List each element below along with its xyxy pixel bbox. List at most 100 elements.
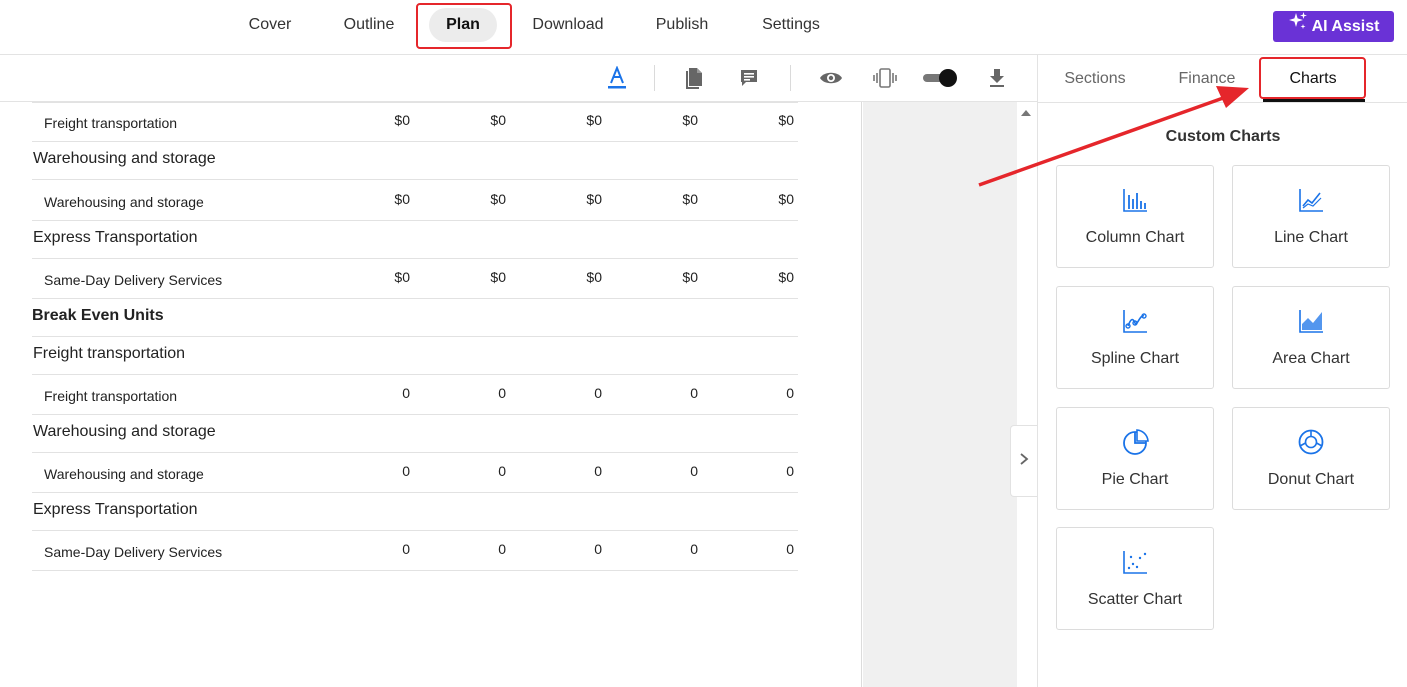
tab-finance[interactable]: Finance <box>1170 55 1244 102</box>
nav-outline[interactable]: Outline <box>334 8 404 42</box>
table-cell[interactable]: 0 <box>734 541 794 557</box>
table-cell[interactable]: $0 <box>734 269 794 285</box>
table-cell[interactable]: $0 <box>446 191 506 207</box>
table-row: Freight transportation 0 0 0 0 0 <box>32 375 798 415</box>
table-cell[interactable]: $0 <box>446 112 506 128</box>
table-cell[interactable]: $0 <box>350 191 410 207</box>
spline-chart-icon <box>1120 306 1150 336</box>
comment-icon[interactable] <box>736 65 762 91</box>
line-chart-icon <box>1296 185 1326 215</box>
table-cell[interactable]: $0 <box>542 191 602 207</box>
table-cell[interactable]: $0 <box>446 269 506 285</box>
table-cell[interactable]: $0 <box>638 269 698 285</box>
table-cell[interactable]: $0 <box>734 112 794 128</box>
toggle-switch[interactable] <box>922 65 960 91</box>
row-label: Same-Day Delivery Services <box>44 272 223 288</box>
row-label: Warehousing and storage <box>33 150 216 167</box>
nav-plan[interactable]: Plan <box>429 8 497 42</box>
tab-divider <box>1038 102 1407 103</box>
row-label: Warehousing and storage <box>44 194 204 210</box>
row-label: Same-Day Delivery Services <box>44 544 223 560</box>
table-row: Break Even Units <box>32 299 798 337</box>
table-row: Express Transportation <box>32 493 798 531</box>
row-label: Break Even Units <box>32 307 164 324</box>
toolbar-divider <box>790 65 791 91</box>
table-row: Same-Day Delivery Services $0 $0 $0 $0 $0 <box>32 259 798 299</box>
table-cell[interactable]: 0 <box>542 385 602 401</box>
table-row: Freight transportation $0 $0 $0 $0 $0 <box>32 102 798 142</box>
document-content[interactable]: Freight transportation $0 $0 $0 $0 $0 Warehous… <box>0 102 862 687</box>
table-cell[interactable]: $0 <box>350 269 410 285</box>
table-cell[interactable]: $0 <box>734 191 794 207</box>
row-label: Freight transportation <box>44 115 178 131</box>
ai-assist-button[interactable]: AI Assist <box>1273 11 1394 42</box>
document-gutter <box>863 102 1017 687</box>
chart-card-label: Pie Chart <box>1101 471 1169 488</box>
line-chart-card[interactable]: Line Chart <box>1232 165 1390 268</box>
toolbar-divider <box>654 65 655 91</box>
download-icon[interactable] <box>984 65 1010 91</box>
eye-icon[interactable] <box>818 65 844 91</box>
table-cell[interactable]: 0 <box>734 463 794 479</box>
scroll-up-arrow-icon[interactable] <box>1019 106 1033 120</box>
nav-settings[interactable]: Settings <box>755 8 827 42</box>
table-row: Express Transportation <box>32 221 798 259</box>
scatter-chart-card[interactable]: Scatter Chart <box>1056 527 1214 630</box>
column-chart-card[interactable]: Column Chart <box>1056 165 1214 268</box>
text-format-icon[interactable] <box>604 65 630 91</box>
chart-card-label: Donut Chart <box>1267 471 1355 488</box>
table-cell[interactable]: 0 <box>446 541 506 557</box>
pie-chart-icon <box>1120 427 1150 457</box>
chart-card-label: Scatter Chart <box>1087 591 1183 608</box>
sparkle-icon <box>1288 11 1308 42</box>
table-row: Warehousing and storage <box>32 142 798 180</box>
column-chart-icon <box>1120 185 1150 215</box>
row-label: Freight transportation <box>33 345 186 362</box>
table-top-border <box>32 102 798 103</box>
device-preview-icon[interactable] <box>872 65 898 91</box>
panel-toggle-button[interactable] <box>1010 425 1037 497</box>
tab-charts[interactable]: Charts <box>1271 55 1355 102</box>
chart-card-label: Line Chart <box>1274 229 1348 246</box>
area-chart-icon <box>1296 306 1326 336</box>
area-chart-card[interactable]: Area Chart <box>1232 286 1390 389</box>
table-cell[interactable]: 0 <box>350 463 410 479</box>
document-icon[interactable] <box>682 65 708 91</box>
row-label: Express Transportation <box>33 501 198 518</box>
table-cell[interactable]: $0 <box>542 112 602 128</box>
table-cell[interactable]: 0 <box>734 385 794 401</box>
tab-sections[interactable]: Sections <box>1056 55 1134 102</box>
table-cell[interactable]: 0 <box>446 463 506 479</box>
top-navigation: Cover Outline Plan Download Publish Sett… <box>0 0 1407 55</box>
pie-chart-card[interactable]: Pie Chart <box>1056 407 1214 510</box>
table-cell[interactable]: $0 <box>638 112 698 128</box>
table-cell[interactable]: $0 <box>638 191 698 207</box>
donut-chart-card[interactable]: Donut Chart <box>1232 407 1390 510</box>
table-cell[interactable]: 0 <box>350 541 410 557</box>
table-row: Warehousing and storage $0 $0 $0 $0 $0 <box>32 180 798 221</box>
spline-chart-card[interactable]: Spline Chart <box>1056 286 1214 389</box>
table-cell[interactable]: $0 <box>542 269 602 285</box>
table-cell[interactable]: 0 <box>542 541 602 557</box>
chart-card-label: Spline Chart <box>1090 350 1180 367</box>
table-cell[interactable]: $0 <box>350 112 410 128</box>
nav-download[interactable]: Download <box>527 8 609 42</box>
nav-cover[interactable]: Cover <box>240 8 300 42</box>
chevron-right-icon <box>1019 452 1029 471</box>
ai-assist-label: AI Assist <box>1311 18 1380 35</box>
right-panel: Sections Finance Charts Custom Charts Co… <box>1037 55 1407 687</box>
table-cell[interactable]: 0 <box>350 385 410 401</box>
row-label: Warehousing and storage <box>44 466 204 482</box>
table-cell[interactable]: 0 <box>638 463 698 479</box>
chart-card-label: Column Chart <box>1085 229 1185 246</box>
table-row: Warehousing and storage <box>32 415 798 453</box>
table-row: Freight transportation <box>32 337 798 375</box>
table-cell[interactable]: 0 <box>638 541 698 557</box>
row-label: Warehousing and storage <box>33 423 216 440</box>
table-cell[interactable]: 0 <box>446 385 506 401</box>
custom-charts-heading: Custom Charts <box>1165 128 1281 145</box>
table-cell[interactable]: 0 <box>638 385 698 401</box>
row-label: Express Transportation <box>33 229 198 246</box>
table-cell[interactable]: 0 <box>542 463 602 479</box>
nav-publish[interactable]: Publish <box>648 8 716 42</box>
